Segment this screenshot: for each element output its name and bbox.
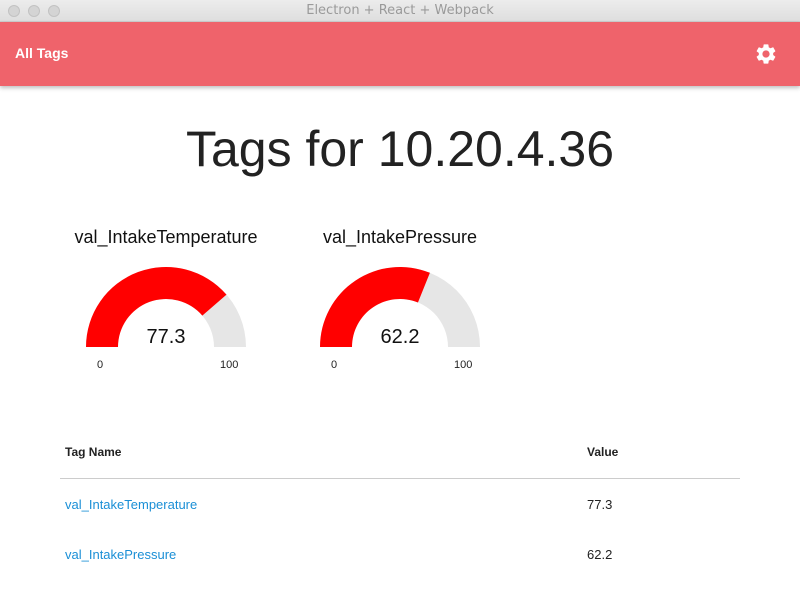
tag-name-link[interactable]: val_IntakeTemperature bbox=[65, 497, 197, 512]
column-header-value: Value bbox=[587, 445, 619, 459]
table-row: val_IntakePressure 62.2 bbox=[60, 529, 740, 579]
gauge-min-label: 0 bbox=[331, 359, 338, 371]
gear-icon bbox=[754, 42, 778, 66]
gauge-intake-temperature: val_IntakeTemperature 77.3 0 100 bbox=[66, 225, 266, 375]
tags-table: Tag Name Value val_IntakeTemperature 77.… bbox=[60, 430, 740, 579]
tag-name-link[interactable]: val_IntakePressure bbox=[65, 547, 176, 562]
column-header-tag-name: Tag Name bbox=[65, 445, 122, 459]
table-row: val_IntakeTemperature 77.3 bbox=[60, 479, 740, 529]
gauge-min-label: 0 bbox=[97, 359, 104, 371]
tag-value: 77.3 bbox=[587, 497, 613, 512]
app-bar: All Tags bbox=[0, 22, 800, 86]
gauge-label: val_IntakePressure bbox=[322, 227, 478, 247]
gauge-max-label: 100 bbox=[220, 359, 239, 371]
gauge-label: val_IntakeTemperature bbox=[74, 227, 258, 247]
tag-value: 62.2 bbox=[587, 547, 613, 562]
gauge-intake-pressure: val_IntakePressure 62.2 0 100 bbox=[300, 225, 500, 375]
settings-button[interactable] bbox=[754, 42, 778, 66]
table-header: Tag Name Value bbox=[60, 430, 740, 479]
app-bar-title: All Tags bbox=[15, 45, 69, 61]
gauge-max-label: 100 bbox=[454, 359, 473, 371]
page-title: Tags for 10.20.4.36 bbox=[185, 121, 615, 177]
gauge-value: 62.2 bbox=[380, 326, 420, 348]
window-title: Electron + React + Webpack bbox=[306, 3, 494, 18]
app-window: Electron + React + Webpack All Tags Tags… bbox=[0, 0, 800, 600]
gauge-value: 77.3 bbox=[146, 326, 186, 348]
window-titlebar[interactable]: Electron + React + Webpack bbox=[0, 0, 800, 22]
